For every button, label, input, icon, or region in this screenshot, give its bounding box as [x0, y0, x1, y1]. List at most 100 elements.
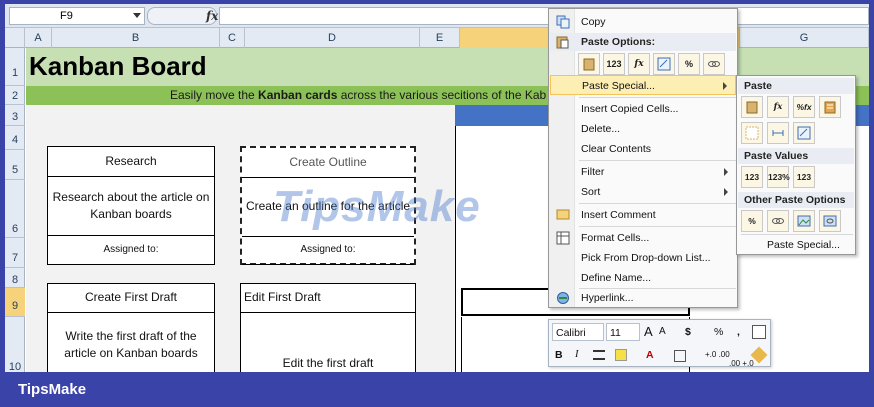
paste-no-borders-icon[interactable] [741, 122, 763, 144]
menu-item-insert-copied-cells[interactable]: Insert Copied Cells... [550, 99, 736, 119]
borders-icon[interactable] [674, 350, 686, 362]
kanban-card-research[interactable]: Research Research about the article on K… [47, 146, 215, 265]
menu-item-label: Filter [581, 166, 605, 178]
paste-picture-icon[interactable] [793, 210, 815, 232]
paste-transpose-icon[interactable] [653, 53, 675, 75]
menu-item-copy[interactable]: Copy [550, 12, 736, 32]
decrease-decimal-button[interactable]: .00 +.0 [729, 355, 754, 372]
comma-format-button[interactable]: , [737, 323, 740, 341]
paste-options-header: Paste Options: [550, 33, 736, 51]
menu-item-paste-special[interactable]: Paste Special... [550, 75, 736, 95]
formula-bar-controls: fx [147, 7, 218, 25]
watermark-logo: TipsMake [273, 182, 481, 231]
paste-button-icon[interactable] [578, 53, 600, 75]
paste-formulas-number-format-icon[interactable]: %fx [793, 96, 815, 118]
name-box-dropdown-icon[interactable] [133, 13, 141, 18]
card-title: Research [48, 147, 214, 177]
paste-column-widths-icon[interactable] [767, 122, 789, 144]
align-center-icon[interactable] [593, 350, 605, 360]
row-header-8[interactable]: 8 [5, 268, 25, 288]
paste-values-icon[interactable]: 123 [603, 53, 625, 75]
shrink-font-button[interactable]: A [659, 323, 666, 341]
font-color-button[interactable]: A [646, 346, 654, 364]
paste-all-icon[interactable] [741, 96, 763, 118]
column-header-d[interactable]: D [245, 28, 420, 48]
menu-item-insert-comment[interactable]: Insert Comment [550, 205, 736, 225]
paste-values-source-formatting-icon[interactable]: 123 [793, 166, 815, 188]
subtitle-text-start: Easily move the [170, 88, 259, 102]
column-header-e[interactable]: E [420, 28, 460, 48]
paste-options-label: Paste Options: [581, 36, 656, 48]
italic-button[interactable]: I [575, 346, 579, 364]
paste-formatting-icon[interactable]: % [741, 210, 763, 232]
select-all-corner[interactable] [5, 28, 25, 48]
clipboard-icon [556, 36, 569, 49]
name-box[interactable]: F9 [9, 7, 145, 25]
subtitle-text-bold: Kanban cards [258, 88, 338, 102]
currency-format-button[interactable]: $ [685, 323, 691, 341]
row-header-9[interactable]: 9 [5, 288, 25, 317]
column-header-g[interactable]: G [740, 28, 869, 48]
menu-item-pick-dropdown[interactable]: Pick From Drop-down List... [550, 248, 736, 268]
menu-item-label: Sort [581, 186, 601, 198]
font-name-dropdown[interactable]: Calibri [552, 323, 604, 341]
paste-transpose-icon[interactable] [793, 122, 815, 144]
paste-link-icon[interactable] [767, 210, 789, 232]
menu-item-sort[interactable]: Sort [550, 182, 736, 202]
paste-formulas-icon[interactable]: fx [767, 96, 789, 118]
kanban-card-create-first-draft[interactable]: Create First Draft Write the first draft… [47, 283, 215, 372]
menu-item-format-cells[interactable]: Format Cells... [550, 228, 736, 248]
paste-values-number-format-icon[interactable]: 123% [767, 166, 790, 188]
menu-item-label: Clear Contents [581, 143, 652, 155]
sheet-title[interactable]: Kanban Board [29, 51, 207, 82]
card-assignee: Assigned to: [242, 237, 414, 265]
mini-toolbar: Calibri 11 A A $ % , B I A +.0 .00 .00 +… [548, 319, 771, 368]
formula-input[interactable] [219, 7, 869, 25]
menu-item-clear-contents[interactable]: Clear Contents [550, 139, 736, 159]
menu-item-define-name[interactable]: Define Name... [550, 268, 736, 288]
name-box-value: F9 [60, 10, 73, 22]
paste-values-icon[interactable]: 123 [741, 166, 763, 188]
grow-font-button[interactable]: A [644, 323, 653, 341]
row-header-1[interactable]: 1 [5, 48, 25, 86]
kanban-card-edit-first-draft[interactable]: Edit First Draft Edit the first draft [240, 283, 416, 372]
menu-separator [579, 226, 736, 227]
card-title: Create First Draft [48, 284, 214, 313]
menu-item-label: Define Name... [581, 272, 652, 284]
bold-button[interactable]: B [555, 346, 563, 364]
row-header-7[interactable]: 7 [5, 238, 25, 268]
menu-separator [579, 97, 736, 98]
context-menu: Copy Paste Options: 123 fx % Paste Speci… [548, 8, 738, 308]
menu-item-label: Paste Special... [582, 80, 655, 92]
paste-formatting-icon[interactable]: % [678, 53, 700, 75]
paste-link-icon[interactable] [703, 53, 725, 75]
increase-decimal-button[interactable]: +.0 .00 [705, 346, 730, 364]
footer-bar: TipsMake [0, 372, 874, 407]
menu-item-hyperlink[interactable]: Hyperlink... [550, 288, 736, 308]
menu-item-label: Insert Copied Cells... [581, 103, 679, 115]
sheet-subtitle[interactable]: Easily move the Kanban cards across the … [170, 88, 546, 102]
column-header-b[interactable]: B [52, 28, 220, 48]
card-title: Create Outline [242, 148, 414, 178]
paste-linked-picture-icon[interactable] [819, 210, 841, 232]
row-header-6[interactable]: 6 [5, 180, 25, 238]
row-header-5[interactable]: 5 [5, 150, 25, 180]
row-headers: 1 2 3 4 5 6 7 8 9 10 [5, 48, 25, 372]
row-header-3[interactable]: 3 [5, 105, 25, 126]
column-header-c[interactable]: C [220, 28, 245, 48]
submenu-item-paste-special[interactable]: Paste Special... [738, 235, 854, 255]
paste-formulas-icon[interactable]: fx [628, 53, 650, 75]
menu-item-delete[interactable]: Delete... [550, 119, 736, 139]
row-header-10[interactable]: 10 [5, 317, 25, 372]
paste-keep-formatting-icon[interactable] [819, 96, 841, 118]
row-header-2[interactable]: 2 [5, 86, 25, 105]
merge-center-icon[interactable] [752, 325, 766, 339]
submenu-arrow-icon [724, 188, 728, 196]
percent-format-button[interactable]: % [714, 323, 723, 341]
column-header-a[interactable]: A [25, 28, 52, 48]
row-header-4[interactable]: 4 [5, 126, 25, 150]
insert-function-icon[interactable]: fx [206, 9, 218, 23]
font-size-dropdown[interactable]: 11 [606, 323, 640, 341]
menu-item-filter[interactable]: Filter [550, 162, 736, 182]
fill-color-icon[interactable] [615, 349, 627, 361]
